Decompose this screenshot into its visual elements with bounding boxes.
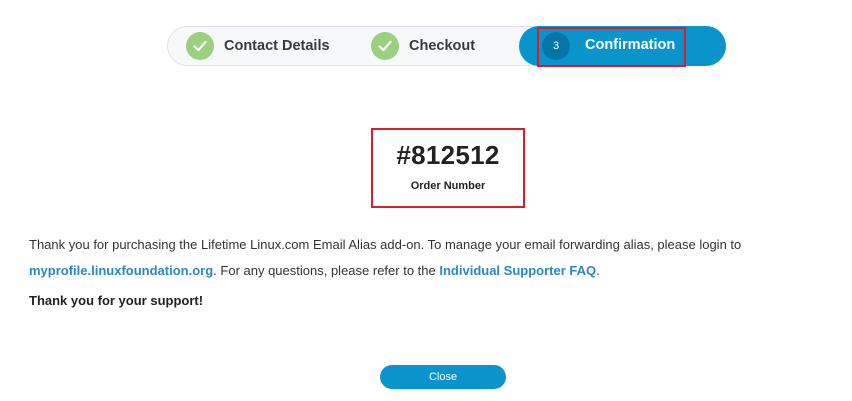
faq-link[interactable]: Individual Supporter FAQ <box>439 263 596 278</box>
close-button[interactable]: Close <box>380 365 506 389</box>
message-text: Thank you for purchasing the Lifetime Li… <box>29 237 742 252</box>
confirmation-message: Thank you for purchasing the Lifetime Li… <box>29 232 829 284</box>
step-contact-details[interactable]: Contact Details <box>186 27 330 65</box>
check-icon <box>371 32 399 60</box>
step-label: Contact Details <box>224 38 330 54</box>
thanks-text: Thank you for your support! <box>29 293 204 308</box>
order-number: #812512 <box>396 140 500 170</box>
highlight-box <box>537 27 686 67</box>
step-label: Checkout <box>409 38 476 54</box>
order-number-label: Order Number <box>410 180 486 192</box>
order-number-box: #812512 Order Number <box>371 128 525 208</box>
step-checkout[interactable]: Checkout <box>371 27 475 65</box>
profile-link[interactable]: myprofile.linuxfoundation.org <box>29 263 213 278</box>
message-text: . <box>596 263 600 278</box>
check-icon <box>186 32 214 60</box>
message-text: . For any questions, please refer to the <box>213 263 436 278</box>
